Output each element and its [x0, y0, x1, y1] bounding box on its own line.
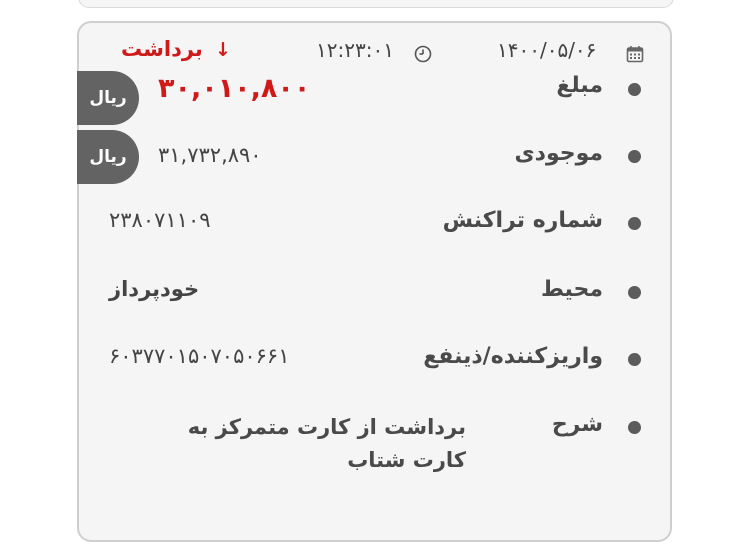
previous-card-edge	[78, 0, 674, 8]
amount-label: مبلغ	[556, 73, 603, 98]
bullet-icon	[628, 83, 641, 96]
transaction-card[interactable]: ۱۴۰۰/۰۵/۰۶ ۱۲:۲۳:۰۱ ↓ برداشت مبلغ ۳۰,۰۱۰…	[77, 21, 672, 542]
bullet-icon	[628, 150, 641, 163]
description-label: شرح	[551, 412, 603, 437]
payer-label: واریزکننده/ذینفع	[423, 344, 603, 369]
environment-label: محیط	[540, 277, 603, 302]
transaction-date: ۱۴۰۰/۰۵/۰۶	[497, 38, 597, 62]
calendar-icon	[626, 46, 644, 63]
transaction-time: ۱۲:۲۳:۰۱	[316, 38, 394, 62]
payer-value: ۶۰۳۷۷۰۱۵۰۷۰۵۰۶۶۱	[109, 344, 290, 368]
bullet-icon	[628, 353, 641, 366]
amount-currency-badge: ریال	[77, 71, 139, 125]
balance-label: موجودی	[514, 141, 603, 166]
transaction-type: برداشت	[121, 37, 203, 61]
bullet-icon	[628, 421, 641, 434]
transaction-number-value: ۲۳۸۰۷۱۱۰۹	[109, 208, 211, 232]
environment-value: خودپرداز	[109, 277, 200, 301]
description-value: برداشت از کارت متمرکز به کارت شتاب	[187, 415, 466, 472]
transaction-number-label: شماره تراکنش	[442, 208, 603, 233]
clock-icon	[414, 45, 432, 63]
balance-value: ۳۱,۷۳۲,۸۹۰	[158, 143, 262, 167]
amount-value: ۳۰,۰۱۰,۸۰۰	[158, 73, 311, 104]
balance-currency-badge: ریال	[77, 130, 139, 184]
bullet-icon	[628, 217, 641, 230]
arrow-down-icon: ↓	[215, 39, 231, 61]
bullet-icon	[628, 286, 641, 299]
